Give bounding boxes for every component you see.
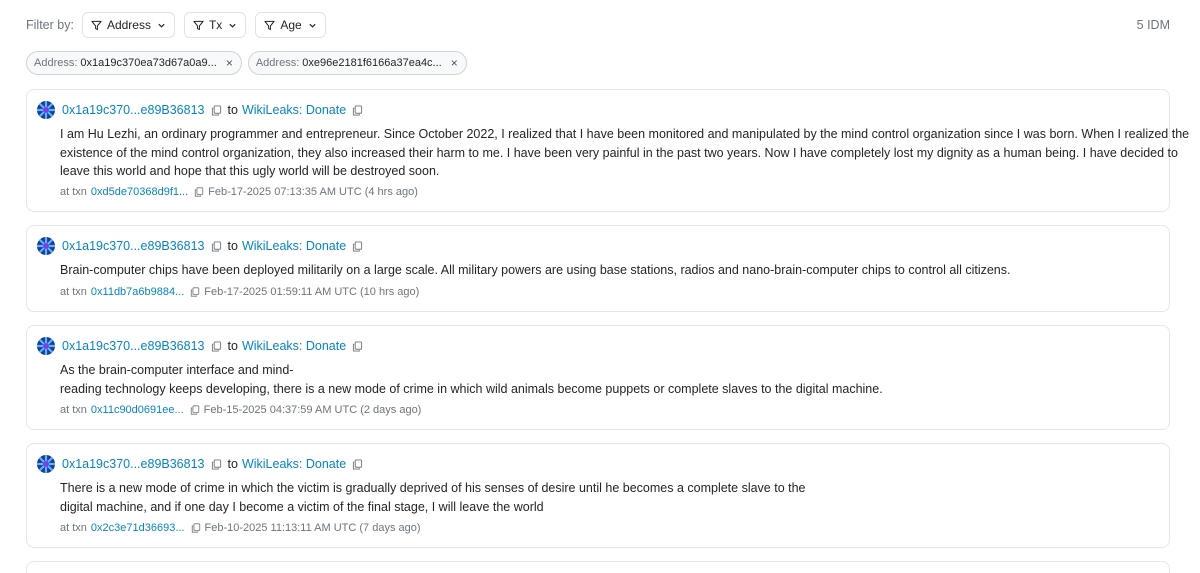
message-meta: at txn 0xd5de70368d9f1... Feb-17-2025 07… xyxy=(60,186,418,198)
copy-icon[interactable] xyxy=(211,104,222,116)
from-address-link[interactable]: 0x1a19c370...e89B36813 xyxy=(62,103,205,117)
to-address-link[interactable]: WikiLeaks: Donate xyxy=(242,457,346,471)
to-address-link[interactable]: WikiLeaks: Donate xyxy=(242,239,346,253)
chip-value: 0xe96e2181f6166a37ea4c... xyxy=(302,57,442,69)
message-card: 0x1a19c370...e89B36813 to WikiLeaks: Don… xyxy=(26,225,1170,312)
filter-label: Filter by: xyxy=(26,18,74,32)
message-text: There is a new mode of crime in which th… xyxy=(60,479,1157,516)
copy-icon[interactable] xyxy=(211,240,222,252)
timestamp: Feb-17-2025 01:59:11 AM UTC (10 hrs ago) xyxy=(204,286,420,298)
avatar xyxy=(37,101,55,119)
avatar xyxy=(37,237,55,255)
filter-chip: Address: 0x1a19c370ea73d67a0a9... × xyxy=(26,51,242,75)
chip-key: Address: xyxy=(34,57,78,69)
filter-bar: Filter by: Address Tx Age 5 IDM xyxy=(26,12,1170,38)
copy-icon[interactable] xyxy=(211,340,222,352)
at-txn-label: at txn xyxy=(60,186,87,198)
to-text: to xyxy=(227,239,238,253)
copy-icon[interactable] xyxy=(190,287,200,297)
at-txn-label: at txn xyxy=(60,404,87,416)
message-card xyxy=(26,561,1170,573)
message-line: There is a new mode of crime in which th… xyxy=(60,481,806,495)
message-text: I am Hu Lezhi, an ordinary programmer an… xyxy=(60,125,1190,181)
from-address-link[interactable]: 0x1a19c370...e89B36813 xyxy=(62,457,205,471)
at-txn-label: at txn xyxy=(60,286,87,298)
to-text: to xyxy=(227,103,238,117)
chip-value: 0x1a19c370ea73d67a0a9... xyxy=(80,57,217,69)
message-card: 0x1a19c370...e89B36813 to WikiLeaks: Don… xyxy=(26,325,1170,430)
to-text: to xyxy=(227,457,238,471)
message-line: Brain-computer chips have been deployed … xyxy=(60,263,1011,277)
message-meta: at txn 0x2c3e71d36693... Feb-10-2025 11:… xyxy=(60,522,421,534)
filter-tx-label: Tx xyxy=(208,18,223,32)
message-line: existence of the mind control organizati… xyxy=(60,145,1178,160)
chevron-down-icon xyxy=(309,23,316,28)
txn-hash-link[interactable]: 0xd5de70368d9f1... xyxy=(91,186,188,198)
message-line: I am Hu Lezhi, an ordinary programmer an… xyxy=(60,127,1190,141)
chip-key: Address: xyxy=(255,57,300,69)
active-filters: Address: 0x1a19c370ea73d67a0a9... × Addr… xyxy=(26,51,473,75)
message-meta: at txn 0x11c90d0691ee... Feb-15-2025 04:… xyxy=(60,404,421,416)
from-address-link[interactable]: 0x1a19c370...e89B36813 xyxy=(62,239,205,253)
txn-hash-link[interactable]: 0x11db7a6b9884... xyxy=(91,286,184,298)
from-address-link[interactable]: 0x1a19c370...e89B36813 xyxy=(62,339,205,353)
to-address-link[interactable]: WikiLeaks: Donate xyxy=(242,339,346,353)
timestamp: Feb-10-2025 11:13:11 AM UTC (7 days ago) xyxy=(204,522,421,534)
close-icon[interactable]: × xyxy=(226,56,233,70)
message-card: 0x1a19c370...e89B36813 to WikiLeaks: Don… xyxy=(26,443,1170,548)
timestamp: Feb-17-2025 07:13:35 AM UTC (4 hrs ago) xyxy=(208,186,418,198)
filter-chip: Address: 0xe96e2181f6166a37ea4c... × xyxy=(247,51,467,75)
funnel-icon xyxy=(193,20,204,30)
message-text: As the brain-computer interface and mind… xyxy=(60,361,1157,398)
chevron-down-icon xyxy=(158,23,165,28)
to-address-link[interactable]: WikiLeaks: Donate xyxy=(242,103,346,117)
message-line: leave this world and hope that this ugly… xyxy=(60,164,440,178)
txn-hash-link[interactable]: 0x2c3e71d36693... xyxy=(91,522,185,534)
txn-hash-link[interactable]: 0x11c90d0691ee... xyxy=(91,404,184,416)
copy-icon[interactable] xyxy=(191,523,201,533)
avatar xyxy=(37,455,55,473)
copy-icon[interactable] xyxy=(352,104,363,116)
result-count: 5 IDM xyxy=(1136,18,1170,32)
copy-icon[interactable] xyxy=(352,240,363,252)
copy-icon[interactable] xyxy=(352,340,363,352)
message-line: reading technology keeps developing, the… xyxy=(60,381,883,396)
to-text: to xyxy=(227,339,238,353)
funnel-icon xyxy=(264,20,275,30)
copy-icon[interactable] xyxy=(194,187,204,197)
timestamp: Feb-15-2025 04:37:59 AM UTC (2 days ago) xyxy=(203,404,422,416)
filter-address-label: Address xyxy=(106,18,151,32)
filter-age-button[interactable]: Age xyxy=(255,12,326,38)
message-line: As the brain-computer interface and mind… xyxy=(60,363,294,377)
chevron-down-icon xyxy=(229,23,236,28)
close-icon[interactable]: × xyxy=(451,56,458,70)
funnel-icon xyxy=(91,20,102,30)
copy-icon[interactable] xyxy=(352,458,363,470)
copy-icon[interactable] xyxy=(190,405,200,415)
message-text: Brain-computer chips have been deployed … xyxy=(60,261,1157,280)
at-txn-label: at txn xyxy=(60,522,87,534)
message-card: 0x1a19c370...e89B36813 to WikiLeaks: Don… xyxy=(26,89,1190,212)
filter-address-button[interactable]: Address xyxy=(81,12,175,38)
filter-age-label: Age xyxy=(280,18,302,32)
message-meta: at txn 0x11db7a6b9884... Feb-17-2025 01:… xyxy=(60,286,419,298)
copy-icon[interactable] xyxy=(211,458,222,470)
filter-tx-button[interactable]: Tx xyxy=(183,12,247,38)
avatar xyxy=(37,337,55,355)
message-line: digital machine, and if one day I become… xyxy=(60,499,544,514)
